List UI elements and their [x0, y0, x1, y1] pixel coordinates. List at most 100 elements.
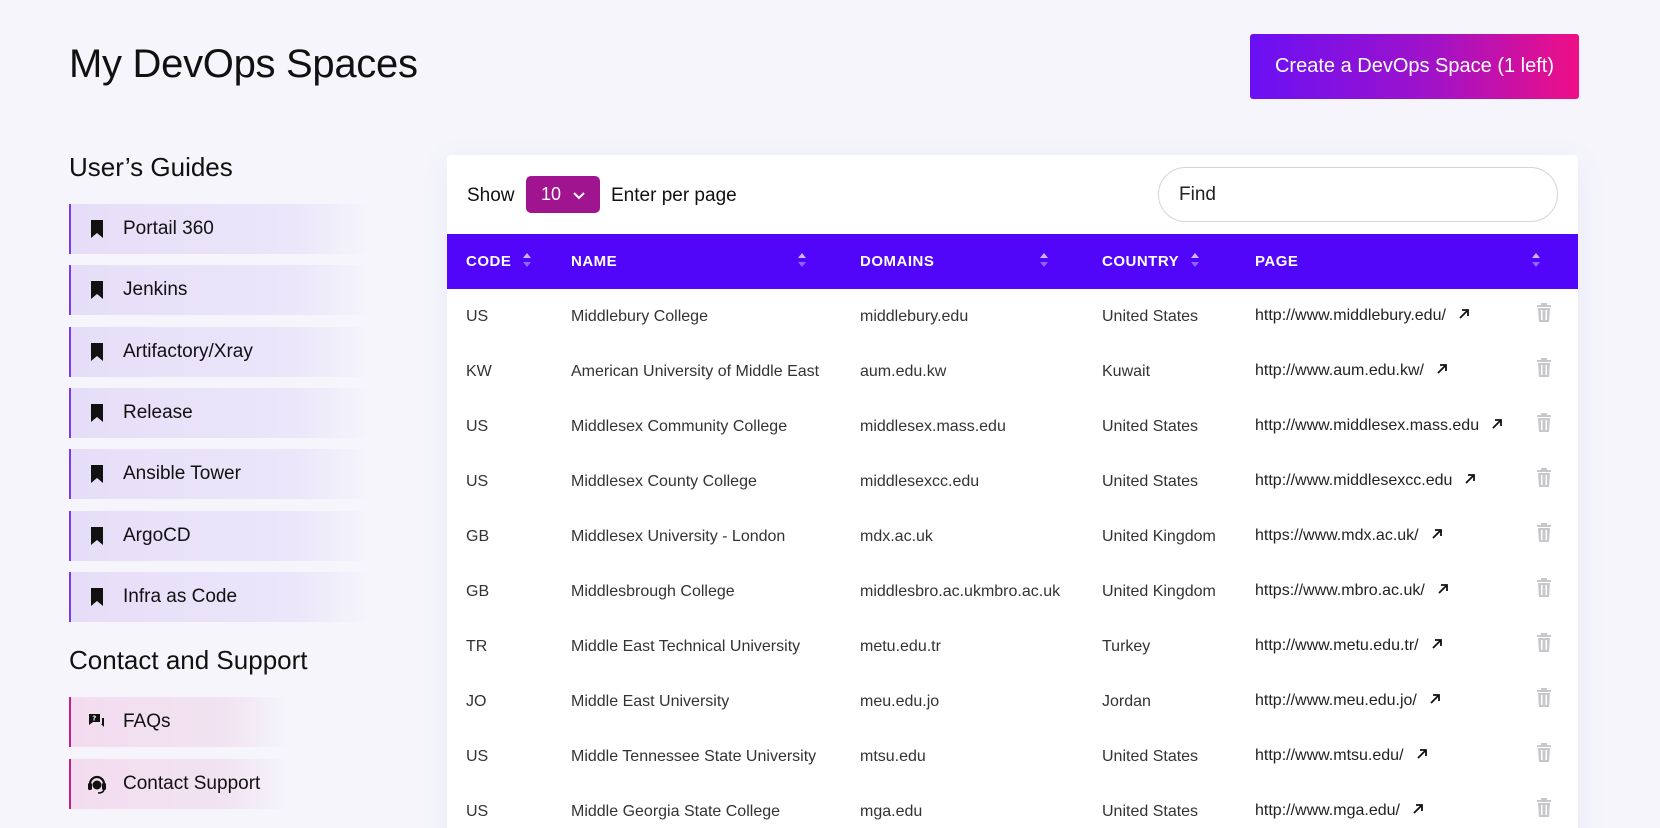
page-link[interactable]: http://www.mtsu.edu/ [1255, 748, 1404, 765]
sort-icon [1190, 252, 1200, 272]
cell-domain: mtsu.edu [860, 747, 926, 765]
page-link[interactable]: http://www.aum.edu.kw/ [1255, 363, 1424, 380]
page-title: My DevOps Spaces [69, 42, 418, 86]
external-link-icon[interactable] [1436, 362, 1448, 380]
cell-country: United States [1102, 802, 1199, 820]
external-link-icon[interactable] [1416, 747, 1428, 765]
cell-domain: meu.edu.jo [860, 692, 940, 710]
sidebar-item-release[interactable]: Release [69, 387, 369, 438]
cell-name: Middle East University [571, 692, 730, 710]
trash-icon[interactable] [1536, 523, 1552, 547]
trash-icon[interactable] [1536, 358, 1552, 382]
page-link[interactable]: http://www.middlesexcc.edu [1255, 473, 1452, 490]
external-link-icon[interactable] [1491, 417, 1503, 435]
table-row: US Middle Georgia State College mga.edu Uni… [447, 784, 1578, 828]
users-guides-title: User’s Guides [69, 152, 233, 182]
per-page-suffix: Enter per page [611, 185, 737, 206]
cell-name: Middlesex County College [571, 472, 757, 490]
trash-icon[interactable] [1536, 688, 1552, 712]
cell-name: Middle East Technical University [571, 637, 801, 655]
cell-domain: middlesexcc.edu [860, 472, 980, 490]
page-link[interactable]: https://www.mdx.ac.uk/ [1255, 528, 1419, 545]
column-header-page[interactable]: PAGE [1236, 234, 1578, 289]
trash-icon[interactable] [1536, 633, 1552, 657]
page-link[interactable]: http://www.metu.edu.tr/ [1255, 638, 1419, 655]
column-header-domains[interactable]: DOMAINS [841, 234, 1083, 289]
show-label: Show [467, 185, 515, 206]
sidebar-item-ansible-tower[interactable]: Ansible Tower [69, 449, 369, 500]
page-link[interactable]: http://www.middlebury.edu/ [1255, 308, 1446, 325]
external-link-icon[interactable] [1431, 527, 1443, 545]
table-toolbar: Show 10 Enter per page [447, 155, 1578, 234]
cell-name: American University of Middle East [571, 362, 820, 380]
sidebar-item-label: Jenkins [123, 279, 188, 301]
external-link-icon[interactable] [1458, 307, 1470, 325]
faq-chat-icon: ? [71, 712, 123, 732]
cell-code: JO [466, 692, 487, 710]
cell-page: http://www.middlebury.edu/ [1236, 289, 1578, 344]
page-link[interactable]: http://www.middlesex.mass.edu [1255, 418, 1479, 435]
cell-page: http://www.mtsu.edu/ [1236, 729, 1578, 784]
per-page-select[interactable]: 10 [526, 176, 600, 213]
column-header-name[interactable]: NAME [552, 234, 841, 289]
cell-page: http://www.metu.edu.tr/ [1236, 619, 1578, 674]
external-link-icon[interactable] [1429, 692, 1441, 710]
sidebar-item-contact-support[interactable]: Contact Support [69, 759, 289, 809]
svg-text:?: ? [92, 715, 96, 723]
sidebar-item-argocd[interactable]: ArgoCD [69, 510, 369, 561]
trash-icon[interactable] [1536, 798, 1552, 822]
cell-country: United States [1102, 417, 1199, 435]
trash-icon[interactable] [1536, 413, 1552, 437]
cell-name: Middlesex Community College [571, 417, 788, 435]
trash-icon[interactable] [1536, 743, 1552, 767]
bookmark-icon [71, 587, 123, 607]
external-link-icon[interactable] [1464, 472, 1476, 490]
cell-country: United States [1102, 747, 1199, 765]
trash-icon[interactable] [1536, 468, 1552, 492]
cell-code: US [466, 472, 489, 490]
trash-icon[interactable] [1536, 578, 1552, 602]
cell-code: US [466, 307, 489, 325]
page-link[interactable]: http://www.mga.edu/ [1255, 803, 1400, 820]
sort-icon [797, 252, 807, 272]
cell-page: http://www.middlesex.mass.edu [1236, 399, 1578, 454]
cell-country: Kuwait [1102, 362, 1151, 380]
create-devops-space-button[interactable]: Create a DevOps Space (1 left) [1250, 34, 1579, 99]
page-link[interactable]: https://www.mbro.ac.uk/ [1255, 583, 1425, 600]
find-input[interactable] [1158, 167, 1558, 222]
trash-icon[interactable] [1536, 303, 1552, 327]
sidebar-item-portail-360[interactable]: Portail 360 [69, 204, 369, 254]
table-row: JO Middle East University meu.edu.jo Jordan… [447, 674, 1578, 729]
page-link[interactable]: http://www.meu.edu.jo/ [1255, 693, 1417, 710]
sidebar-item-faqs[interactable]: ? FAQs [69, 697, 289, 747]
cell-country: Turkey [1102, 637, 1151, 655]
sidebar-item-label: Portail 360 [123, 218, 214, 239]
cell-page: http://www.aum.edu.kw/ [1236, 344, 1578, 399]
cell-page: https://www.mbro.ac.uk/ [1236, 564, 1578, 619]
sidebar-item-jenkins[interactable]: Jenkins [69, 265, 369, 316]
sidebar-item-infra-as-code[interactable]: Infra as Code [69, 571, 369, 622]
external-link-icon[interactable] [1412, 802, 1424, 820]
bookmark-icon [71, 464, 123, 484]
cell-page: http://www.meu.edu.jo/ [1236, 674, 1578, 729]
cell-country: United States [1102, 472, 1199, 490]
per-page-value: 10 [540, 184, 562, 204]
cell-domain: middlesbro.ac.ukmbro.ac.uk [860, 582, 1061, 600]
column-header-code[interactable]: CODE [447, 234, 552, 289]
column-header-country[interactable]: COUNTRY [1083, 234, 1236, 289]
sidebar-item-artifactory-xray[interactable]: Artifactory/Xray [69, 326, 369, 377]
cell-country: United Kingdom [1102, 527, 1216, 545]
cell-name: Middle Georgia State College [571, 802, 781, 820]
bookmark-icon [71, 403, 123, 423]
cell-domain: aum.edu.kw [860, 362, 947, 380]
cell-domain: mga.edu [860, 802, 923, 820]
sort-icon [1531, 252, 1541, 272]
external-link-icon[interactable] [1431, 637, 1443, 655]
table-row: TR Middle East Technical University metu.e… [447, 619, 1578, 674]
external-link-icon[interactable] [1437, 582, 1449, 600]
cell-name: Middle Tennessee State University [571, 747, 817, 765]
table-row: KW American University of Middle East aum.… [447, 344, 1578, 399]
sidebar-item-label: FAQs [123, 711, 171, 732]
cell-name: Middlesbrough College [571, 582, 735, 600]
table-header-row: CODE NAME DOMAINS COUNTRY PAGE [447, 234, 1578, 289]
